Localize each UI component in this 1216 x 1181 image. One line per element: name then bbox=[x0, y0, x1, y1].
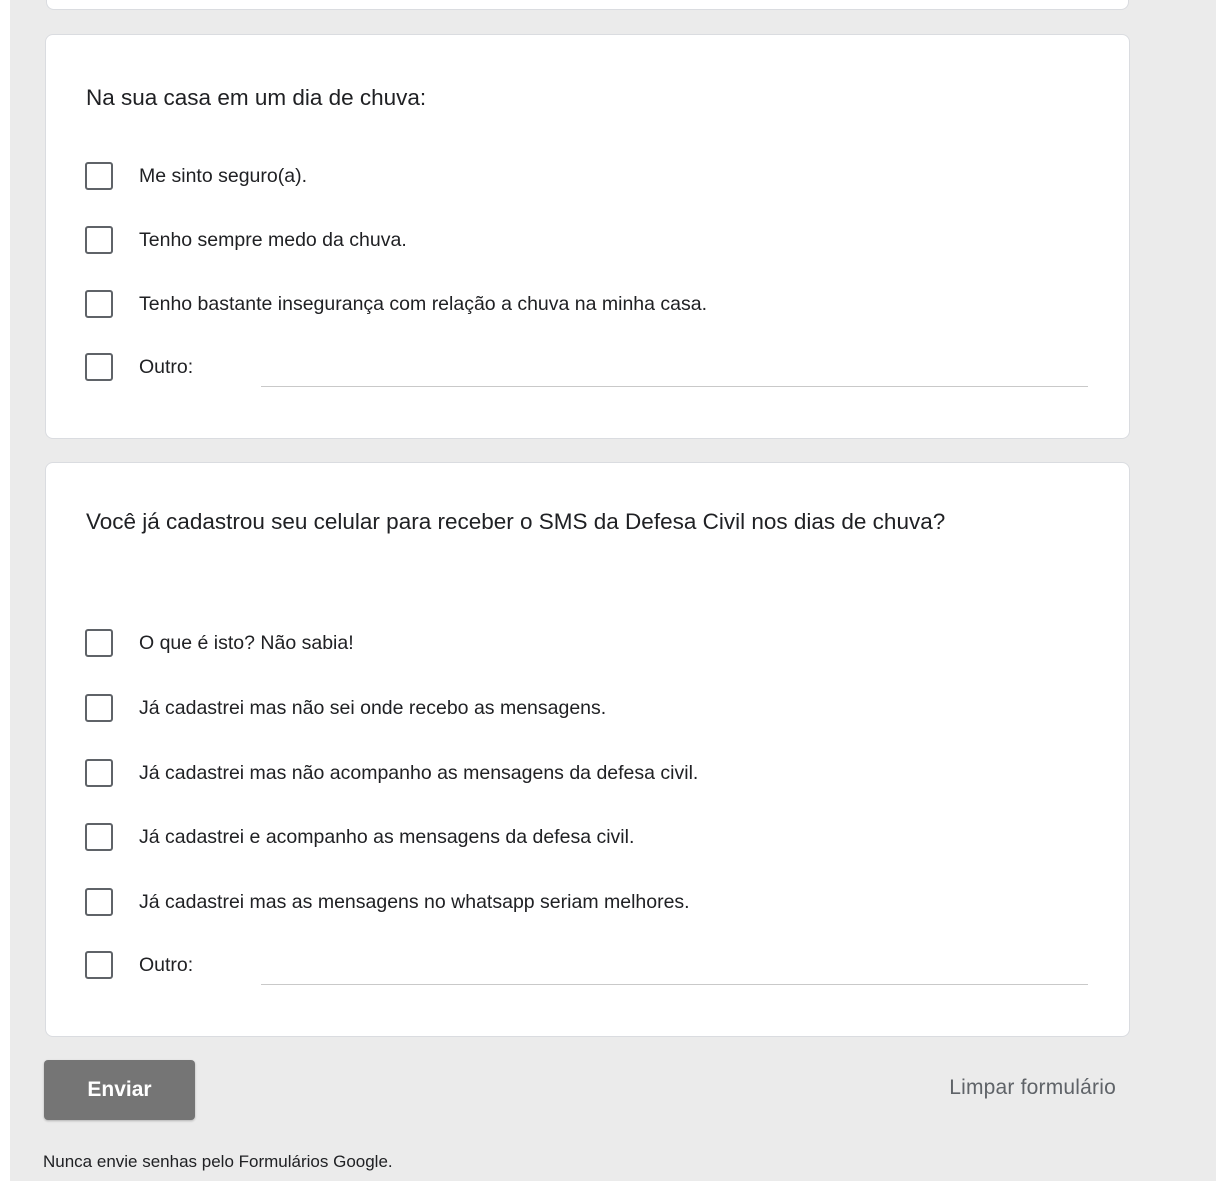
checkbox-option-inseguranca[interactable]: Tenho bastante insegurança com relação a… bbox=[85, 286, 707, 322]
checkbox-option-outro[interactable]: Outro: bbox=[85, 947, 193, 983]
option-label: Outro: bbox=[139, 953, 194, 976]
submit-button[interactable]: Enviar bbox=[44, 1060, 195, 1120]
other-answer-input[interactable] bbox=[261, 356, 1088, 387]
checkbox-option-whatsapp[interactable]: Já cadastrei mas as mensagens no whatsap… bbox=[85, 884, 690, 920]
clear-form-button[interactable]: Limpar formulário bbox=[949, 1076, 1116, 1100]
checkbox-option-nao-acompanho[interactable]: Já cadastrei mas não acompanho as mensag… bbox=[85, 755, 698, 791]
checkbox-option-acompanho[interactable]: Já cadastrei e acompanho as mensagens da… bbox=[85, 819, 634, 855]
password-warning-note: Nunca envie senhas pelo Formulários Goog… bbox=[43, 1152, 393, 1171]
checkbox[interactable] bbox=[85, 290, 113, 318]
checkbox[interactable] bbox=[85, 951, 113, 979]
checkbox[interactable] bbox=[85, 759, 113, 787]
option-label: Já cadastrei mas não sei onde recebo as … bbox=[139, 696, 607, 719]
checkbox[interactable] bbox=[85, 629, 113, 657]
checkbox[interactable] bbox=[85, 694, 113, 722]
option-label: Já cadastrei mas as mensagens no whatsap… bbox=[139, 890, 690, 913]
option-label: Já cadastrei mas não acompanho as mensag… bbox=[139, 761, 699, 784]
checkbox-option-nao-sei-onde[interactable]: Já cadastrei mas não sei onde recebo as … bbox=[85, 690, 606, 726]
checkbox-option-nao-sabia[interactable]: O que é isto? Não sabia! bbox=[85, 625, 354, 661]
option-label: Já cadastrei e acompanho as mensagens da… bbox=[139, 825, 635, 848]
other-answer-input[interactable] bbox=[261, 954, 1088, 985]
checkbox[interactable] bbox=[85, 888, 113, 916]
previous-question-card bbox=[46, 0, 1129, 10]
option-label: Tenho sempre medo da chuva. bbox=[139, 228, 407, 251]
option-label: Tenho bastante insegurança com relação a… bbox=[139, 292, 708, 315]
question-title: Na sua casa em um dia de chuva: bbox=[86, 85, 427, 110]
checkbox-option-outro[interactable]: Outro: bbox=[85, 349, 193, 385]
checkbox[interactable] bbox=[85, 823, 113, 851]
option-label: Outro: bbox=[139, 355, 194, 378]
checkbox[interactable] bbox=[85, 226, 113, 254]
checkbox-option-seguro[interactable]: Me sinto seguro(a). bbox=[85, 158, 307, 194]
question-card-sms-defesa-civil: Você já cadastrou seu celular para receb… bbox=[45, 462, 1130, 1037]
question-card-rain-at-home: Na sua casa em um dia de chuva: Me sinto… bbox=[45, 34, 1130, 439]
option-label: Me sinto seguro(a). bbox=[139, 164, 307, 187]
option-label: O que é isto? Não sabia! bbox=[139, 631, 354, 654]
question-title: Você já cadastrou seu celular para receb… bbox=[86, 509, 946, 534]
checkbox-option-medo[interactable]: Tenho sempre medo da chuva. bbox=[85, 222, 407, 258]
checkbox[interactable] bbox=[85, 353, 113, 381]
checkbox[interactable] bbox=[85, 162, 113, 190]
